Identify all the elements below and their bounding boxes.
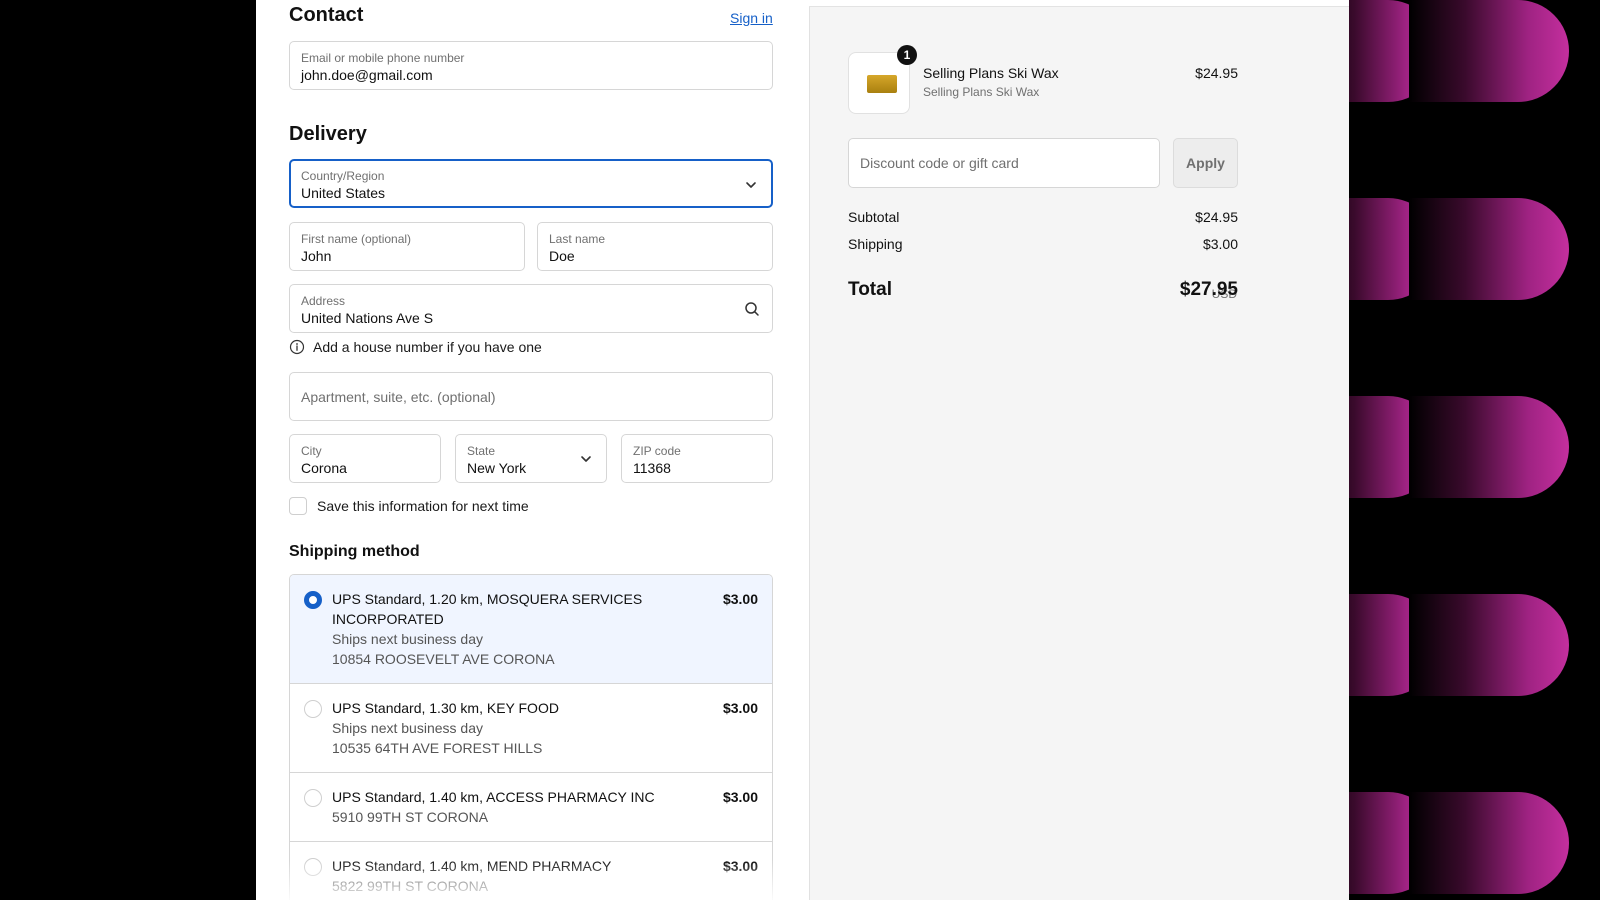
shipping-option[interactable]: UPS Standard, 1.40 km, ACCESS PHARMACY I…	[290, 772, 772, 841]
email-label: Email or mobile phone number	[301, 51, 465, 65]
last-name-value: Doe	[549, 248, 575, 264]
option-title: UPS Standard, 1.20 km, MOSQUERA SERVICES…	[332, 591, 643, 627]
last-name-field[interactable]: Last name Doe	[537, 222, 773, 271]
city-value: Corona	[301, 460, 347, 476]
address-value: United Nations Ave S	[301, 310, 434, 326]
order-summary: 1 Selling Plans Ski Wax Selling Plans Sk…	[809, 7, 1349, 900]
search-icon[interactable]	[744, 301, 760, 317]
address-hint-text: Add a house number if you have one	[313, 339, 542, 355]
option-price: $3.00	[722, 858, 758, 874]
chevron-down-icon	[746, 182, 756, 188]
quantity-badge: 1	[897, 45, 917, 65]
address-hint: Add a house number if you have one	[289, 339, 542, 355]
address-field[interactable]: Address United Nations Ave S	[289, 284, 773, 333]
option-eta: Ships next business day	[332, 720, 483, 736]
save-info-label: Save this information for next time	[317, 498, 529, 514]
option-address: 5910 99TH ST CORONA	[332, 809, 489, 825]
option-address: 10854 ROOSEVELT AVE CORONA	[332, 651, 555, 667]
state-label: State	[467, 444, 496, 458]
shipping-option[interactable]: UPS Standard, 1.20 km, MOSQUERA SERVICES…	[290, 575, 772, 684]
email-value: john.doe@gmail.com	[301, 67, 433, 83]
option-eta: Ships next business day	[332, 631, 483, 647]
first-name-value: John	[301, 248, 332, 264]
city-field[interactable]: City Corona	[289, 434, 441, 483]
contact-heading: Contact	[289, 4, 364, 26]
apartment-field[interactable]: Apartment, suite, etc. (optional)	[289, 372, 773, 421]
option-address: 10535 64TH AVE FOREST HILLS	[332, 740, 543, 756]
option-title: UPS Standard, 1.40 km, MEND PHARMACY	[332, 858, 612, 874]
country-select[interactable]: Country/Region United States	[289, 159, 773, 208]
checkbox-box[interactable]	[289, 497, 307, 515]
info-icon	[289, 339, 305, 355]
country-value: United States	[301, 185, 386, 201]
product-thumbnail: 1	[848, 45, 917, 114]
sign-in-link[interactable]: Sign in	[730, 10, 773, 26]
shipping-method-heading: Shipping method	[289, 543, 420, 560]
product-variant: Selling Plans Ski Wax	[923, 85, 1040, 99]
option-price: $3.00	[722, 591, 758, 607]
radio[interactable]	[304, 700, 322, 718]
state-value: New York	[467, 460, 527, 476]
discount-code-input[interactable]: Discount code or gift card	[848, 138, 1160, 188]
radio-selected[interactable]	[304, 591, 322, 609]
radio[interactable]	[304, 789, 322, 807]
shipping-option[interactable]: UPS Standard, 1.40 km, MEND PHARMACY 582…	[290, 841, 772, 900]
option-title: UPS Standard, 1.30 km, KEY FOOD	[332, 700, 559, 716]
shipping-value: $3.00	[1202, 236, 1238, 252]
last-name-label: Last name	[549, 232, 606, 246]
discount-placeholder: Discount code or gift card	[860, 155, 1019, 171]
product-price: $24.95	[1195, 65, 1238, 81]
email-field[interactable]: Email or mobile phone number john.doe@gm…	[289, 41, 773, 90]
address-label: Address	[301, 294, 346, 308]
decorative-background	[1349, 0, 1600, 900]
city-label: City	[301, 444, 322, 458]
apartment-placeholder: Apartment, suite, etc. (optional)	[301, 389, 496, 405]
total-value: $27.95	[1179, 279, 1238, 300]
save-info-checkbox[interactable]: Save this information for next time	[289, 497, 529, 515]
radio[interactable]	[304, 858, 322, 876]
subtotal-value: $24.95	[1195, 209, 1238, 225]
zip-label: ZIP code	[633, 444, 681, 458]
shipping-options: UPS Standard, 1.20 km, MOSQUERA SERVICES…	[289, 574, 773, 900]
delivery-heading: Delivery	[289, 123, 367, 145]
shipping-option[interactable]: UPS Standard, 1.30 km, KEY FOOD Ships ne…	[290, 683, 772, 772]
checkout-form: Contact Sign in Email or mobile phone nu…	[256, 0, 809, 900]
chevron-down-icon	[581, 456, 591, 462]
zip-value: 11368	[633, 460, 671, 476]
first-name-label: First name (optional)	[301, 232, 412, 246]
option-title: UPS Standard, 1.40 km, ACCESS PHARMACY I…	[332, 789, 655, 805]
first-name-field[interactable]: First name (optional) John	[289, 222, 525, 271]
checkout-window: Contact Sign in Email or mobile phone nu…	[256, 0, 1349, 900]
zip-field[interactable]: ZIP code 11368	[621, 434, 773, 483]
state-select[interactable]: State New York	[455, 434, 607, 483]
apply-button[interactable]: Apply	[1173, 138, 1238, 188]
option-price: $3.00	[722, 789, 758, 805]
country-label: Country/Region	[301, 169, 385, 183]
option-address: 5822 99TH ST CORONA	[332, 878, 489, 894]
option-price: $3.00	[722, 700, 758, 716]
